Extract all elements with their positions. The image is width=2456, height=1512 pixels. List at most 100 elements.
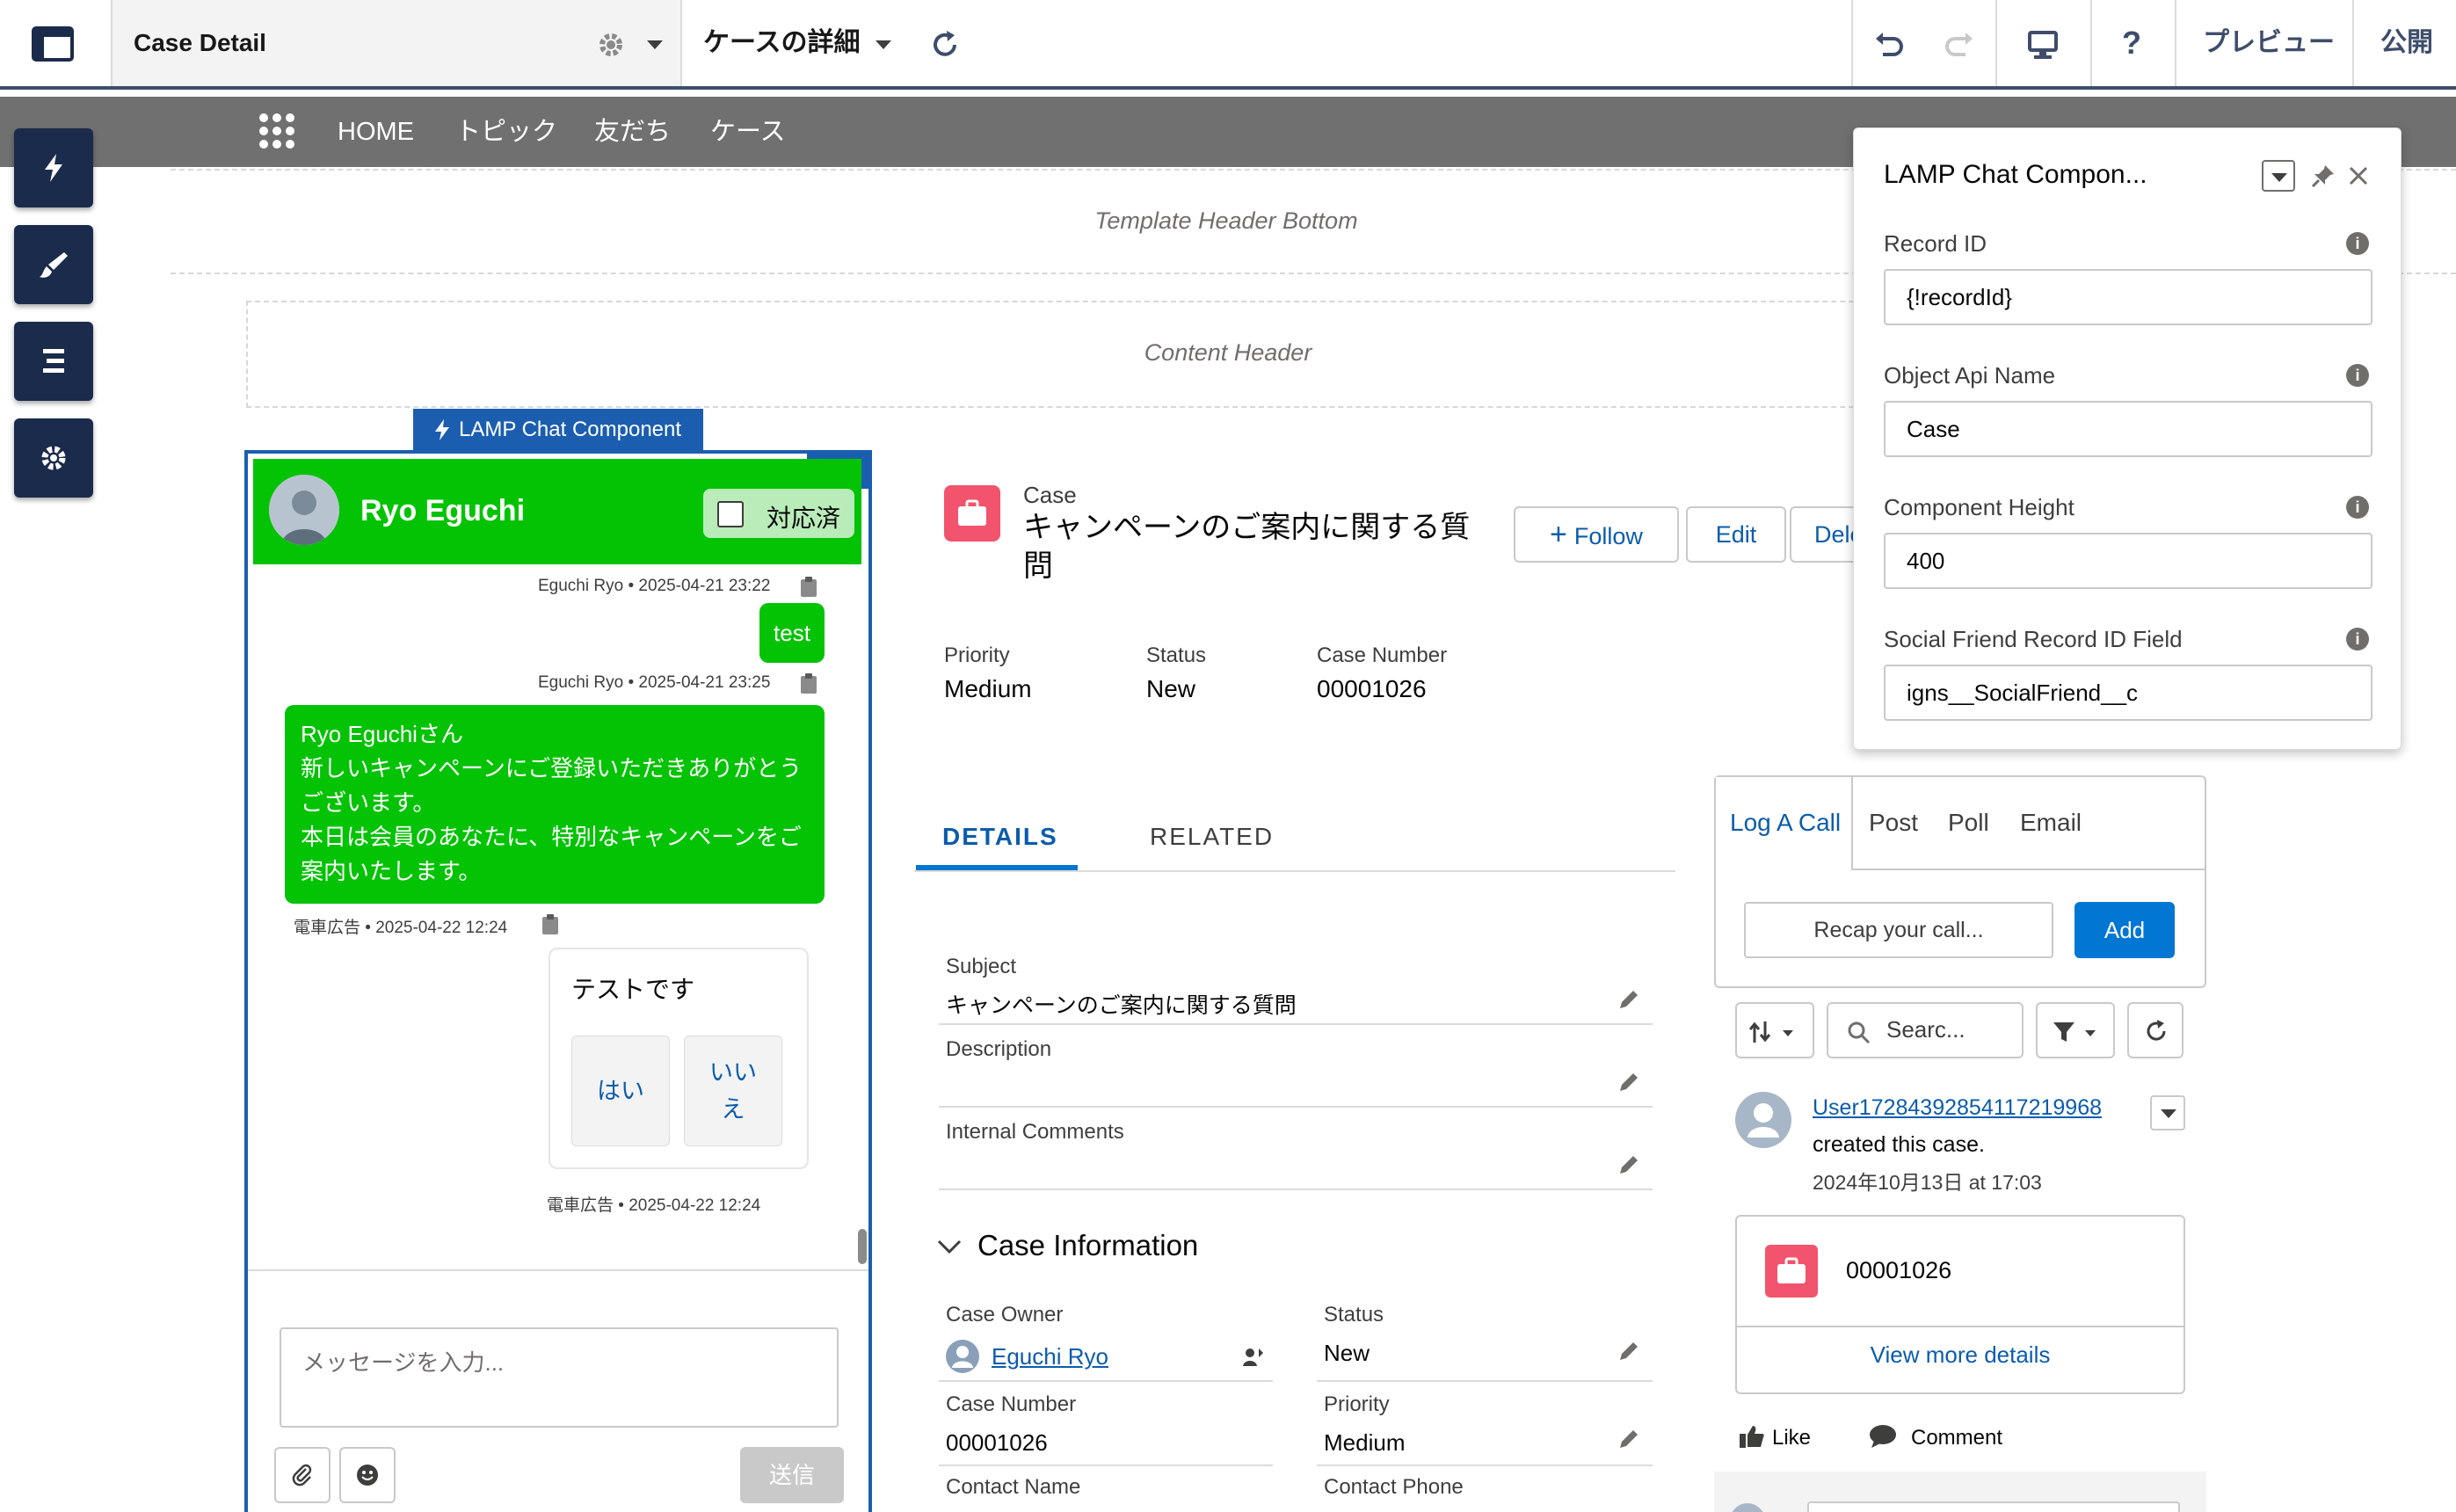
object-api-name-input[interactable]: Case — [1884, 401, 2372, 457]
status-value: New — [1324, 1340, 1370, 1366]
attach-button[interactable] — [274, 1447, 331, 1503]
page-settings-gear-icon[interactable] — [596, 30, 626, 60]
edit-pencil-icon[interactable] — [1617, 1340, 1640, 1363]
field-underline — [939, 1189, 1653, 1190]
redo-icon[interactable] — [1944, 30, 1974, 60]
plus-icon: + — [1550, 518, 1567, 551]
emoji-button[interactable] — [339, 1447, 396, 1503]
tab-log-a-call[interactable]: Log A Call — [1730, 809, 1841, 837]
edit-pencil-icon[interactable] — [1617, 1428, 1640, 1450]
record-id-input[interactable]: {!recordId} — [1884, 269, 2372, 325]
panel-menu-button[interactable] — [2262, 160, 2295, 192]
feed-search-input[interactable]: Searc... — [1827, 1002, 2024, 1058]
info-icon[interactable]: i — [2346, 496, 2369, 519]
close-icon[interactable] — [2348, 165, 2369, 186]
send-button[interactable]: 送信 — [740, 1447, 844, 1503]
feed-search-placeholder: Searc... — [1886, 1016, 1966, 1043]
field-underline — [1317, 1465, 1653, 1466]
contact-name-label: Contact Name — [946, 1475, 1081, 1499]
nav-item-home[interactable]: HOME — [338, 97, 414, 167]
component-height-input[interactable]: 400 — [1884, 533, 2372, 589]
gear-icon — [41, 446, 66, 470]
message-input[interactable]: メッセージを入力... — [280, 1327, 839, 1428]
edit-pencil-icon[interactable] — [1617, 1071, 1640, 1094]
lamp-chat-component[interactable]: Ryo Eguchi 対応済 Eguchi Ryo • 2025-04-21 2… — [244, 450, 872, 1512]
feed-item-menu-button[interactable] — [2150, 1095, 2185, 1130]
edit-button[interactable]: Edit — [1686, 506, 1786, 563]
variant-chevron-down-icon[interactable] — [876, 40, 891, 49]
info-icon[interactable]: i — [2346, 364, 2369, 387]
comment-input[interactable] — [1807, 1501, 2180, 1512]
tab-email[interactable]: Email — [2020, 809, 2082, 837]
case-owner-link[interactable]: Eguchi Ryo — [992, 1343, 1108, 1370]
help-icon[interactable]: ? — [2122, 0, 2141, 86]
page-structure-button[interactable] — [14, 322, 93, 401]
option-no-button[interactable]: いい え — [684, 1036, 782, 1146]
page-menu-chevron-down-icon[interactable] — [647, 40, 663, 49]
feed-user-link[interactable]: User17284392854117219968 — [1813, 1095, 2102, 1121]
filter-button[interactable] — [2036, 1002, 2115, 1058]
owner-avatar-icon — [946, 1340, 979, 1373]
tab-post[interactable]: Post — [1869, 809, 1918, 837]
feed-refresh-button[interactable] — [2127, 1002, 2184, 1058]
tab-related[interactable]: RELATED — [1150, 823, 1274, 851]
follow-button[interactable]: + Follow — [1514, 506, 1679, 563]
highlight-priority-label: Priority — [944, 643, 1010, 667]
resolved-checkbox-box[interactable] — [717, 501, 744, 527]
page-variant-name[interactable]: ケースの詳細 — [703, 0, 861, 86]
case-number-label: Case Number — [946, 1392, 1077, 1416]
message-line: 本日は会員のあなたに、特別なキャンペーンをご — [301, 824, 802, 850]
info-icon[interactable]: i — [2346, 232, 2369, 255]
add-call-button[interactable]: Add — [2075, 902, 2175, 958]
delete-button[interactable]: Dele — [1790, 506, 1853, 563]
selected-component-tab[interactable]: LAMP Chat Component — [413, 409, 703, 451]
device-preview-desktop-icon[interactable] — [2027, 30, 2059, 60]
avatar — [269, 475, 339, 545]
info-icon[interactable]: i — [2346, 628, 2369, 651]
field-underline — [939, 1023, 1653, 1025]
page-name[interactable]: Case Detail — [134, 0, 266, 86]
undo-icon[interactable] — [1874, 30, 1904, 60]
chevron-down-icon[interactable] — [937, 1239, 962, 1255]
record-title: キャンペーンのご案内に関する質 問 — [1023, 508, 1470, 585]
edit-pencil-icon[interactable] — [1617, 1153, 1640, 1176]
tab-poll[interactable]: Poll — [1948, 809, 1989, 837]
pin-icon[interactable] — [2311, 164, 2336, 188]
change-owner-icon[interactable] — [1241, 1345, 1264, 1368]
tab-details[interactable]: DETAILS — [942, 823, 1058, 851]
message-line: 新しいキャンペーンにご登録いただきありがとう — [301, 755, 803, 781]
builder-toolbar: Case Detail ケースの詳細 ? プレビュー 公開 — [0, 0, 2456, 90]
settings-button[interactable] — [14, 418, 93, 498]
clipboard-icon[interactable] — [800, 673, 817, 694]
edit-pencil-icon[interactable] — [1617, 988, 1640, 1011]
sort-arrows-icon — [1749, 1021, 1793, 1043]
chat-scrollbar[interactable] — [858, 1229, 867, 1264]
subject-label: Subject — [946, 955, 1017, 978]
nav-item-friends[interactable]: 友だち — [594, 97, 671, 167]
resolved-checkbox[interactable]: 対応済 — [703, 489, 854, 538]
section-title-case-information[interactable]: Case Information — [977, 1229, 1198, 1262]
publish-button[interactable]: 公開 — [2380, 0, 2433, 86]
nav-item-cases[interactable]: ケース — [710, 97, 786, 167]
app-launcher-icon[interactable] — [258, 113, 295, 149]
option-yes-button[interactable]: はい — [571, 1036, 670, 1146]
chat-message-list[interactable]: Eguchi Ryo • 2025-04-21 23:22 test Eguch… — [248, 566, 868, 1347]
clipboard-icon[interactable] — [800, 577, 817, 598]
page-structure-icon[interactable] — [32, 26, 74, 62]
social-friend-field-input[interactable]: igns__SocialFriend__c — [1884, 665, 2372, 721]
refresh-icon[interactable] — [930, 30, 960, 60]
components-button[interactable] — [14, 128, 93, 207]
refresh-icon — [2147, 1020, 2166, 1041]
sort-button[interactable] — [1735, 1002, 1814, 1058]
view-more-details-link[interactable]: View more details — [1737, 1341, 2184, 1369]
recap-call-input[interactable]: Recap your call... — [1744, 902, 2053, 958]
clipboard-icon[interactable] — [541, 914, 559, 935]
message-bubble-campaign: Ryo Eguchiさん 新しいキャンペーンにご登録いただきありがとう ございま… — [285, 705, 825, 904]
preview-button[interactable]: プレビュー — [2203, 0, 2335, 86]
priority-value: Medium — [1324, 1429, 1406, 1456]
follow-label: Follow — [1573, 523, 1643, 549]
feed-card-case-number[interactable]: 00001026 — [1846, 1257, 1951, 1284]
nav-item-topics[interactable]: トピック — [455, 97, 557, 167]
like-label: Like — [1772, 1426, 1812, 1450]
theme-button[interactable] — [14, 225, 93, 304]
